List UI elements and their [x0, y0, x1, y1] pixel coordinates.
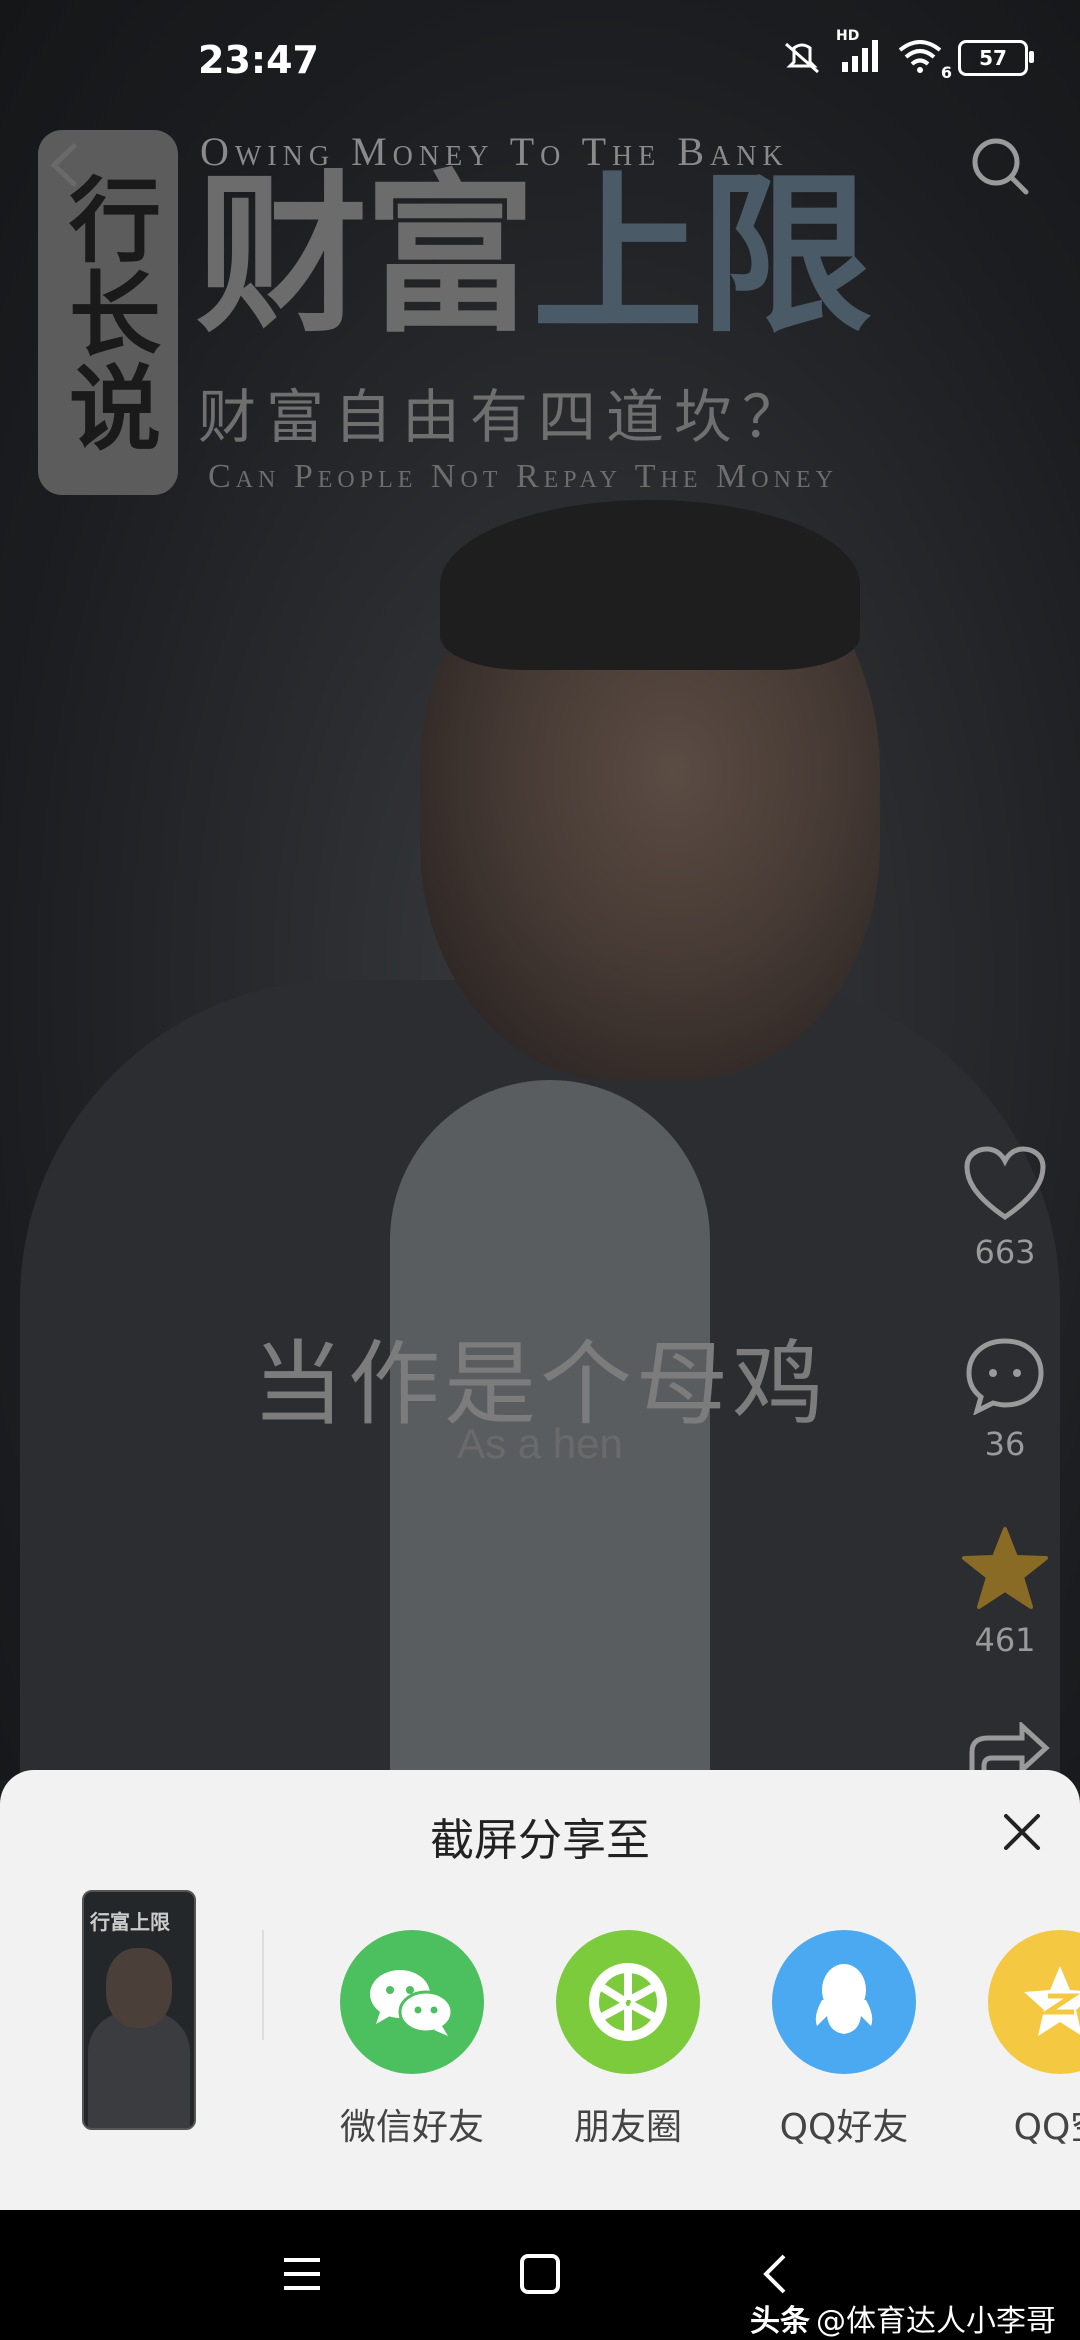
comment-button[interactable]: 36: [955, 1335, 1055, 1463]
wifi-indicator: 6: [896, 38, 952, 82]
status-time: 23:47: [198, 38, 319, 82]
watermark: 头条 @体育达人小李哥: [750, 2296, 1056, 2340]
home-icon[interactable]: [518, 2252, 562, 2296]
share-label: QQ空: [1013, 2107, 1080, 2148]
back-nav-icon[interactable]: [760, 2252, 790, 2296]
comment-icon: [966, 1338, 1044, 1416]
back-icon[interactable]: [46, 140, 82, 190]
thumbnail-person-body: [88, 2012, 190, 2128]
video-person-hair: [440, 500, 860, 670]
watermark-brand: 头条: [750, 2304, 810, 2339]
share-qzone[interactable]: QQ空: [970, 1930, 1080, 2150]
like-button[interactable]: 663: [955, 1145, 1055, 1271]
share-qq-friends[interactable]: QQ好友: [754, 1930, 934, 2150]
thumbnail-title: 行富上限: [90, 1910, 170, 1934]
thumbnail-person: [106, 1948, 172, 2028]
favorite-button[interactable]: 461: [955, 1525, 1055, 1659]
share-divider: [262, 1930, 264, 2040]
watermark-handle: @体育达人小李哥: [816, 2304, 1056, 2339]
qq-icon: [772, 1930, 916, 2074]
wifi-badge: 6: [940, 63, 952, 82]
network-type: HD: [836, 28, 860, 44]
video-title: 财富上限: [196, 170, 872, 342]
video-player[interactable]: 行长说 Owing Money To The Bank 财富上限 财富自由有四道…: [0, 0, 1080, 1780]
screenshot-thumbnail[interactable]: 行富上限: [82, 1890, 196, 2130]
video-title-part2: 上限: [532, 155, 872, 356]
video-title-part1: 财富: [196, 155, 536, 356]
title-english-bottom: Can People Not Repay The Money: [208, 458, 838, 495]
share-sheet-title: 截屏分享至: [430, 1815, 650, 1866]
battery-level: 57: [979, 46, 1007, 70]
signal-indicator: HD: [836, 28, 882, 78]
close-icon[interactable]: [1000, 1810, 1044, 1854]
search-icon[interactable]: [968, 134, 1032, 198]
menu-icon[interactable]: [280, 2252, 324, 2296]
qzone-icon: [988, 1930, 1080, 2074]
mute-icon: [785, 42, 819, 74]
share-sheet: 截屏分享至 行富上限 微信好友 朋友圈 QQ好友 QQ: [0, 1770, 1080, 2210]
share-label: 微信好友: [339, 2107, 484, 2148]
favorite-count: 461: [974, 1621, 1036, 1659]
status-icons: HD 6 57: [780, 28, 1034, 82]
wifi-icon: [898, 40, 942, 73]
wechat-icon: [340, 1930, 484, 2074]
star-icon: [962, 1527, 1048, 1609]
share-wechat-friends[interactable]: 微信好友: [322, 1930, 502, 2150]
caption-english: As a hen: [457, 1420, 623, 1467]
share-moments[interactable]: 朋友圈: [538, 1930, 718, 2150]
status-bar: 23:47 HD 6 57: [0, 0, 1080, 120]
like-count: 663: [974, 1233, 1036, 1271]
moments-icon: [556, 1930, 700, 2074]
video-subtitle-question: 财富自由有四道坎？: [198, 383, 811, 451]
share-label: 朋友圈: [573, 2107, 682, 2148]
battery-indicator: 57: [958, 40, 1034, 76]
heart-icon: [964, 1146, 1046, 1221]
comment-count: 36: [984, 1425, 1026, 1463]
share-label: QQ好友: [779, 2107, 909, 2148]
